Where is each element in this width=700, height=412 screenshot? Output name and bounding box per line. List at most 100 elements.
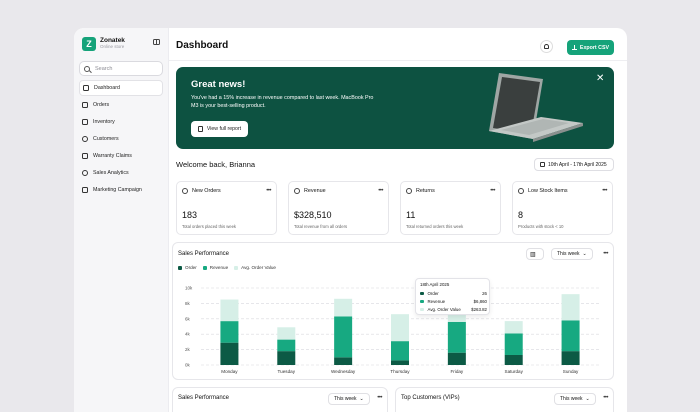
bell-icon [544, 44, 549, 49]
bar-segment [561, 351, 580, 365]
search-placeholder: Search [95, 65, 113, 72]
chevron-down-icon: ⌄ [359, 396, 364, 402]
dollar-icon [294, 188, 300, 194]
bar-segment [220, 321, 239, 343]
collapse-sidebar-icon[interactable] [153, 39, 160, 45]
y-tick-label: 0k [185, 363, 191, 368]
x-tick-label: Friday [450, 369, 463, 374]
stat-label: Returns [416, 188, 435, 194]
sidebar-item-sales-analytics[interactable]: Sales Analytics [79, 165, 163, 181]
export-csv-button[interactable]: Export CSV [567, 40, 614, 55]
bar-segment [220, 342, 239, 365]
stat-label: New Orders [192, 188, 221, 194]
y-tick-label: 6k [185, 316, 191, 321]
period-value: This week [560, 396, 583, 402]
app-window: Z Zonatek Online store Search Dashboard … [74, 28, 627, 412]
bar-segment [391, 360, 409, 365]
bar-segment [334, 357, 353, 365]
main-content: Dashboard Export CSV Great news! You've … [169, 28, 627, 412]
stat-value: 11 [406, 210, 416, 220]
tooltip-row-aov: Avg. Order Value $263.82 [420, 307, 487, 312]
home-icon [83, 85, 89, 91]
stat-label: Low Stock Items [528, 188, 568, 194]
stat-description: Products with stock < 10 [518, 224, 564, 229]
stat-label: Revenue [304, 188, 326, 194]
panel-title: Top Customers (VIPs) [401, 395, 460, 401]
tooltip-label: Order [427, 291, 439, 296]
welcome-message: Welcome back, Brianna [176, 160, 256, 169]
panel-title: Sales Performance [178, 395, 230, 401]
y-tick-label: 4k [185, 332, 191, 337]
sidebar-item-label: Warranty Claims [93, 153, 132, 159]
more-options-icon[interactable]: ••• [378, 188, 383, 194]
bar-segment [220, 299, 239, 322]
download-icon [571, 45, 577, 50]
period-value: This week [334, 396, 357, 402]
search-input[interactable]: Search [79, 61, 163, 76]
megaphone-icon [82, 187, 88, 193]
tooltip-date: 18th April 2025 [420, 282, 450, 287]
bar-segment [447, 321, 466, 353]
y-tick-label: 10k [185, 286, 193, 291]
x-tick-label: Sunday [563, 369, 579, 374]
bar-segment [504, 333, 523, 355]
tooltip-label: Avg. Order Value [427, 307, 461, 312]
bar-segment [561, 294, 580, 321]
stat-description: Total orders placed this week [182, 224, 236, 229]
bar-segment [561, 320, 580, 352]
calendar-icon [540, 162, 545, 167]
period-select[interactable]: This week ⌄ [554, 393, 596, 405]
close-banner-icon[interactable]: ✕ [596, 74, 604, 84]
bar-segment [277, 351, 296, 365]
box-icon [518, 188, 524, 194]
bar-segment [391, 341, 409, 361]
bar-segment [277, 339, 296, 352]
bar-segment [391, 314, 409, 342]
x-tick-label: Saturday [505, 369, 524, 374]
brand-logo-icon: Z [82, 37, 96, 51]
search-icon [84, 65, 90, 72]
date-range-picker[interactable]: 10th April - 17th April 2025 [534, 158, 614, 171]
sidebar-item-orders[interactable]: Orders [79, 97, 163, 113]
sidebar-item-warranty-claims[interactable]: Warranty Claims [79, 148, 163, 164]
x-tick-label: Thursday [390, 369, 410, 374]
tooltip-row-order: Order 26 [420, 291, 487, 296]
notifications-button[interactable] [540, 40, 553, 53]
chart-tooltip: 18th April 2025 Order 26 Revenue $6,860 Av… [415, 278, 490, 315]
stat-description: Total returned orders this week [406, 224, 464, 229]
sales-performance-mini-panel: Sales Performance This week ⌄ ••• [172, 387, 388, 412]
top-customers-panel: Top Customers (VIPs) This week ⌄ ••• [395, 387, 614, 412]
banner-button-label: View full report [206, 126, 242, 132]
sidebar-item-marketing-campaign[interactable]: Marketing Campaign [79, 182, 163, 198]
document-icon [197, 126, 203, 132]
shield-icon [82, 153, 88, 159]
return-icon [406, 188, 412, 194]
sales-performance-panel: Sales Performance ▥ This week ⌄ ••• Order… [172, 242, 614, 380]
header-divider [169, 60, 627, 61]
more-options-icon[interactable]: ••• [266, 188, 271, 194]
bar-segment [504, 321, 523, 334]
period-select[interactable]: This week ⌄ [328, 393, 370, 405]
more-options-icon[interactable]: ••• [602, 188, 607, 194]
more-options-icon[interactable]: ••• [377, 395, 382, 401]
sidebar-item-customers[interactable]: Customers [79, 131, 163, 147]
y-tick-label: 2k [185, 347, 191, 352]
more-options-icon[interactable]: ••• [603, 395, 608, 401]
view-full-report-button[interactable]: View full report [191, 121, 248, 137]
stat-value: 183 [182, 210, 198, 220]
brand-subtitle: Online store [100, 44, 125, 50]
more-options-icon[interactable]: ••• [490, 188, 495, 194]
users-icon [82, 136, 88, 142]
stat-card-low-stock: Low Stock Items ••• 8 Products with stoc… [512, 181, 613, 235]
stat-card-revenue: Revenue ••• $328,510 Total revenue from … [288, 181, 389, 235]
sidebar-item-label: Marketing Campaign [93, 187, 142, 193]
sidebar-item-dashboard[interactable]: Dashboard [79, 80, 163, 96]
export-label: Export CSV [579, 44, 610, 51]
tooltip-label: Revenue [427, 299, 446, 304]
inventory-icon [82, 119, 88, 125]
sidebar-item-inventory[interactable]: Inventory [79, 114, 163, 130]
sales-chart: 0k 2k 4k 6k 8k 10k Monday Tuesday Wednesday Thurs… [185, 286, 599, 374]
tooltip-value: 26 [482, 291, 487, 296]
banner-title: Great news! [191, 79, 246, 90]
laptop-illustration [489, 73, 583, 142]
